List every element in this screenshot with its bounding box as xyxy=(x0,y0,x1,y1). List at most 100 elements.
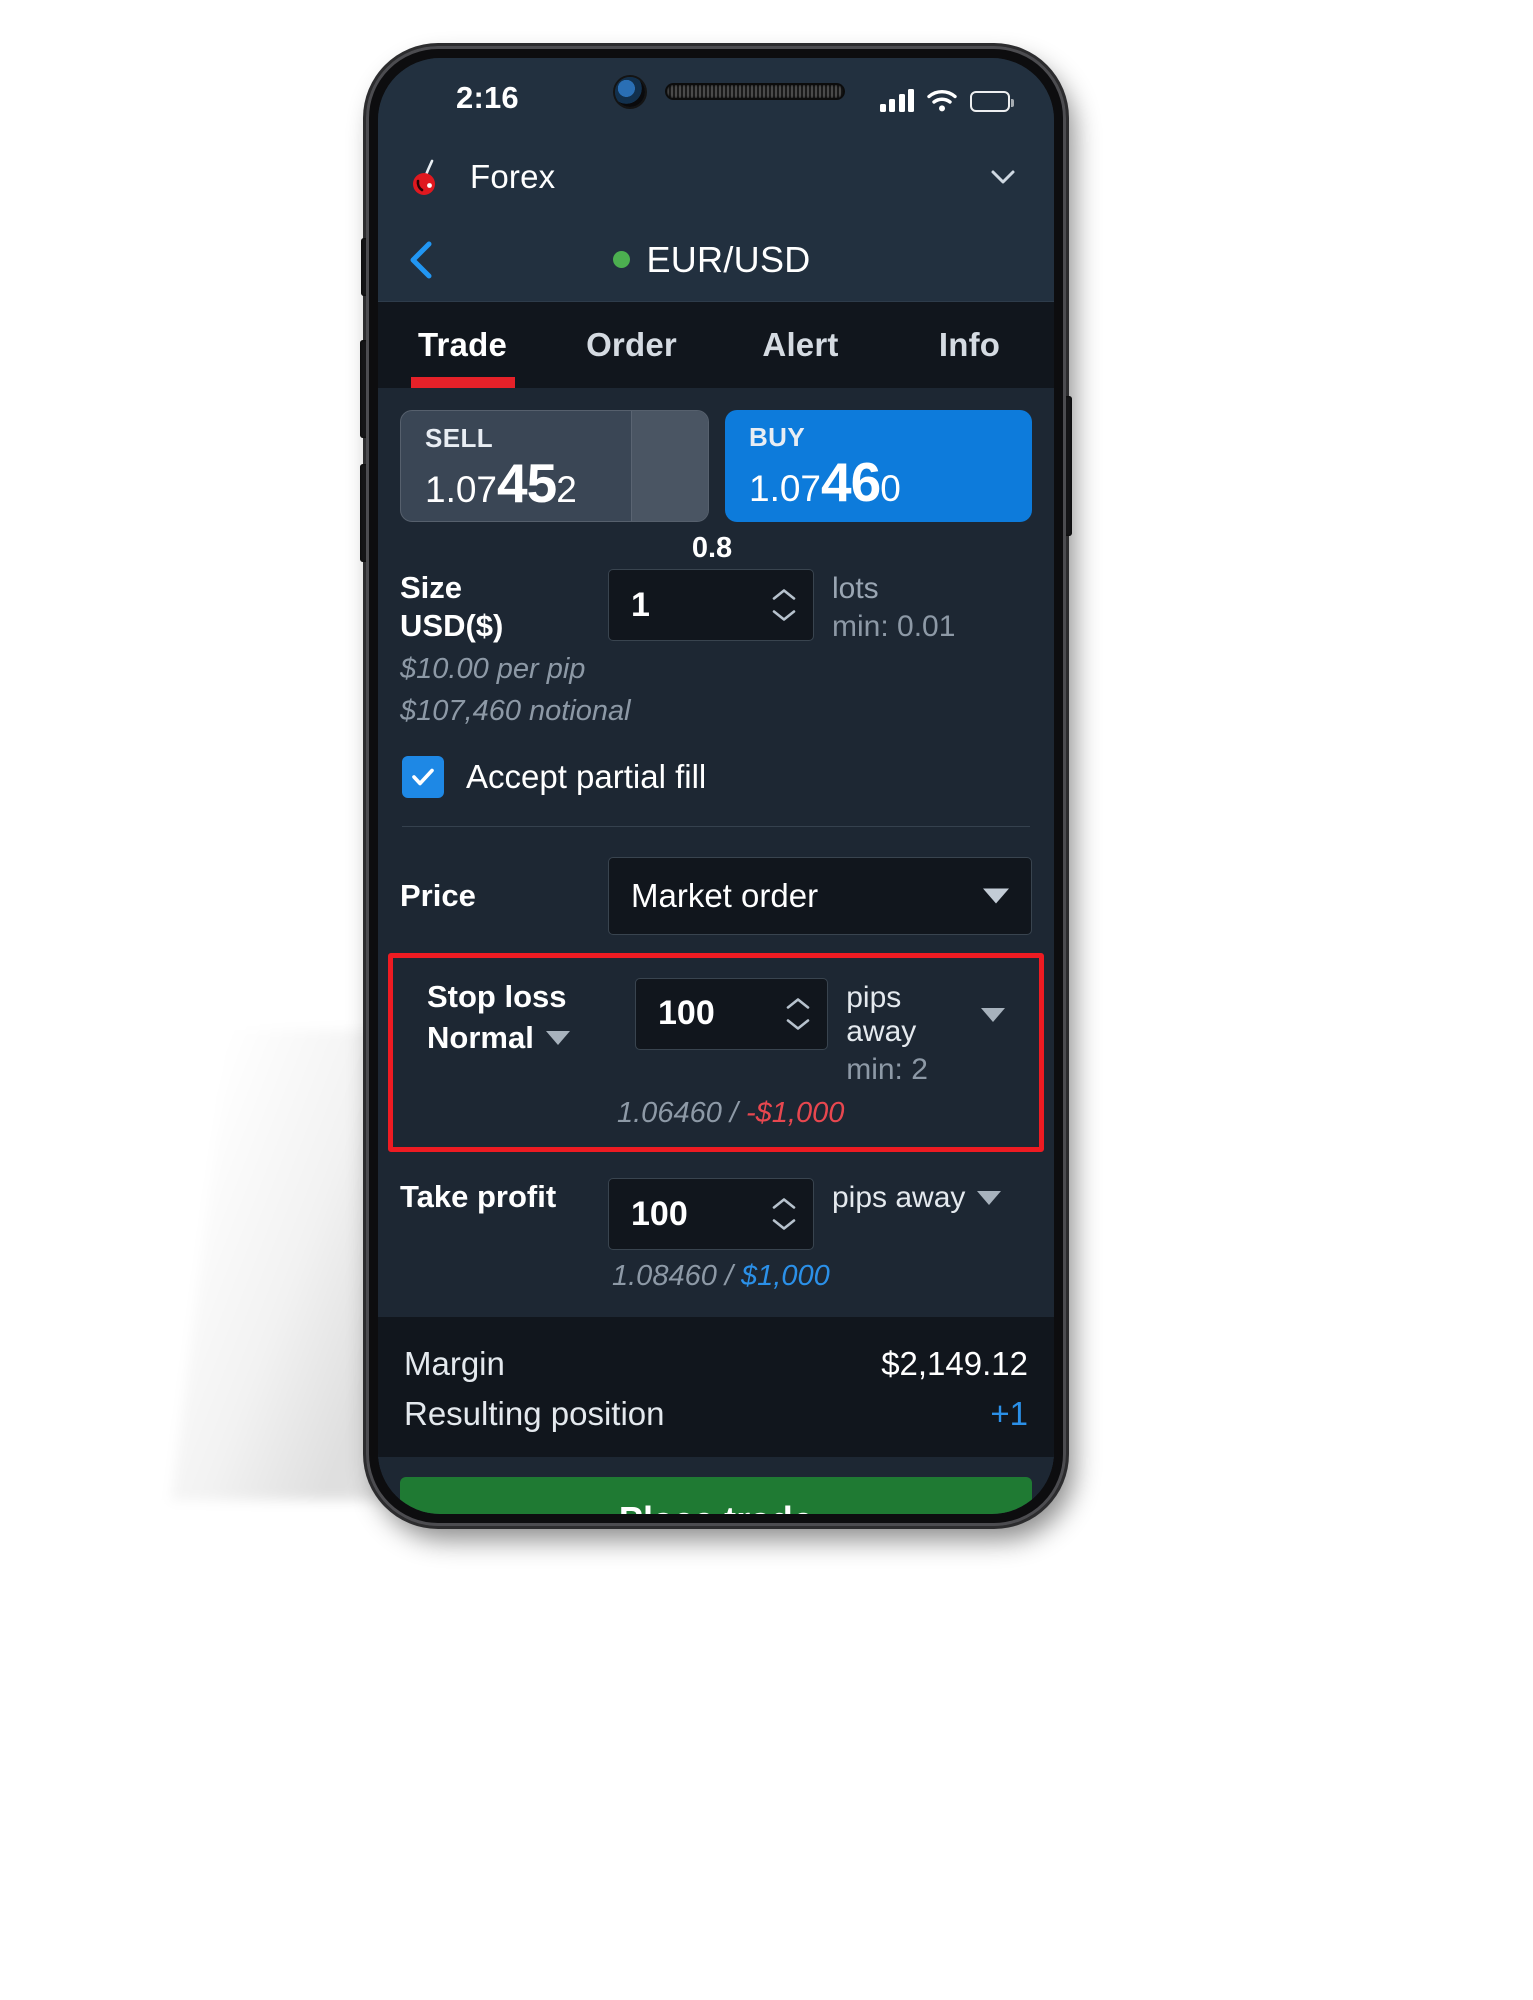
size-stepper-arrows[interactable] xyxy=(771,588,797,623)
cellular-bars-icon xyxy=(879,89,914,112)
instrument-name: EUR/USD xyxy=(646,238,811,280)
stop-loss-stepper[interactable]: 100 xyxy=(635,977,829,1050)
price-label: Price xyxy=(400,877,476,913)
battery-icon xyxy=(970,91,1014,112)
tab-active-indicator xyxy=(410,377,515,388)
back-chevron-icon[interactable] xyxy=(404,238,438,282)
chevron-down-icon[interactable] xyxy=(988,162,1018,192)
volume-up-button[interactable] xyxy=(360,340,368,438)
volume-down-button[interactable] xyxy=(360,464,368,562)
instrument-title[interactable]: EUR/USD xyxy=(613,239,818,281)
phone-screen: 2:16 Forex EUR/USD Trade Order Alert Inf… xyxy=(378,58,1054,1514)
tab-order[interactable]: Order xyxy=(547,302,716,388)
buy-button[interactable]: BUY 1.07460 xyxy=(725,410,1032,522)
buy-price-tail: 0 xyxy=(880,468,901,509)
status-bar: 2:16 xyxy=(378,58,1054,136)
margin-label: Margin xyxy=(404,1344,505,1382)
stop-loss-row: Stop loss Normal 100 pips away min: 2 xyxy=(405,977,1027,1087)
tab-trade[interactable]: Trade xyxy=(378,302,547,388)
cherry-logo-icon xyxy=(408,155,452,199)
size-unit-label: lots xyxy=(832,572,879,605)
take-profit-separator: / xyxy=(716,1260,741,1293)
price-label-column: Price xyxy=(400,877,608,915)
trade-panel: SELL 1.07452 BUY 1.07460 0.8 Size USD($)… xyxy=(378,388,1054,1514)
price-row: Price Market order xyxy=(378,827,1054,935)
stepper-down-icon xyxy=(772,610,796,621)
take-profit-block: Take profit 100 pips away 1.08460 / $1,0… xyxy=(378,1152,1054,1295)
margin-value: $2,149.12 xyxy=(881,1344,1028,1382)
notional-hint: $107,460 notional xyxy=(400,695,631,728)
sell-price-tail: 2 xyxy=(556,469,577,510)
device-notch xyxy=(571,72,861,112)
tab-bar: Trade Order Alert Info xyxy=(378,302,1054,388)
checkmark-icon xyxy=(412,768,434,785)
accept-partial-fill-row[interactable]: Accept partial fill xyxy=(378,730,1054,798)
size-currency: USD($) xyxy=(400,607,504,643)
tab-info[interactable]: Info xyxy=(885,302,1054,388)
take-profit-unit-label: pips away xyxy=(832,1181,966,1215)
stepper-up-icon xyxy=(772,589,796,600)
size-min-label: min: 0.01 xyxy=(832,610,956,643)
caret-down-icon xyxy=(545,1030,570,1045)
earpiece-speaker xyxy=(667,85,843,98)
buy-price-prefix: 1.07 xyxy=(749,468,822,509)
stepper-up-icon xyxy=(772,1198,796,1210)
size-row: Size USD($) 1 lots min: 0.01 xyxy=(378,569,1054,645)
stop-loss-level: 1.06460 xyxy=(617,1096,722,1129)
stepper-up-icon xyxy=(786,997,810,1009)
take-profit-unit-select[interactable]: pips away xyxy=(832,1181,1002,1215)
size-input[interactable]: 1 xyxy=(609,586,650,625)
app-header: Forex xyxy=(378,136,1054,218)
take-profit-stepper[interactable]: 100 xyxy=(608,1178,814,1251)
place-trade-button[interactable]: Place trade xyxy=(400,1476,1032,1514)
tab-order-label: Order xyxy=(586,326,677,363)
stop-loss-unit-select[interactable]: pips away xyxy=(846,981,1005,1049)
stepper-down-icon xyxy=(772,1219,796,1231)
take-profit-input[interactable]: 100 xyxy=(609,1195,688,1234)
size-label: Size xyxy=(400,570,463,605)
spread-value: 0.8 xyxy=(691,532,733,564)
buy-label: BUY xyxy=(749,422,806,452)
tab-info-label: Info xyxy=(938,326,1001,363)
market-open-dot xyxy=(613,251,631,268)
size-label-column: Size USD($) xyxy=(400,569,608,645)
stop-loss-type-select[interactable]: Normal xyxy=(427,1020,635,1056)
stop-loss-highlight: Stop loss Normal 100 pips away min: 2 1.… xyxy=(388,952,1044,1153)
take-profit-unit-column: pips away xyxy=(832,1178,1002,1215)
sell-price-big: 45 xyxy=(497,452,557,514)
resulting-position-value: +1 xyxy=(990,1394,1028,1432)
size-unit-column: lots min: 0.01 xyxy=(832,569,955,644)
caret-down-icon xyxy=(983,888,1009,904)
power-button[interactable] xyxy=(1064,396,1072,536)
sell-label: SELL xyxy=(425,423,494,453)
status-bar-indicators xyxy=(879,82,1014,112)
caret-down-icon xyxy=(977,1191,1002,1206)
stop-loss-input[interactable]: 100 xyxy=(636,994,715,1033)
price-type-select[interactable]: Market order xyxy=(608,856,1032,935)
stop-loss-stepper-arrows[interactable] xyxy=(785,996,811,1031)
sell-price: 1.07452 xyxy=(425,456,708,511)
take-profit-row: Take profit 100 pips away xyxy=(378,1178,1054,1251)
accept-partial-fill-checkbox[interactable] xyxy=(402,755,444,798)
quote-row: SELL 1.07452 BUY 1.07460 xyxy=(378,388,1054,522)
take-profit-stepper-arrows[interactable] xyxy=(771,1197,797,1232)
sell-button[interactable]: SELL 1.07452 xyxy=(400,410,709,522)
app-title: Forex xyxy=(470,158,556,195)
stop-loss-type-value: Normal xyxy=(427,1019,534,1055)
stop-loss-unit-label: pips away xyxy=(846,980,917,1048)
size-stepper[interactable]: 1 xyxy=(608,569,814,641)
resulting-position-label: Resulting position xyxy=(404,1394,665,1432)
tab-alert[interactable]: Alert xyxy=(716,302,885,388)
stop-loss-label: Stop loss xyxy=(427,978,567,1014)
wifi-icon xyxy=(927,89,957,112)
margin-row: Margin $2,149.12 xyxy=(404,1339,1028,1389)
status-bar-time: 2:16 xyxy=(456,80,519,115)
nav-bar: EUR/USD xyxy=(378,218,1054,302)
take-profit-label: Take profit xyxy=(400,1179,557,1215)
stop-loss-label-column: Stop loss Normal xyxy=(427,978,635,1056)
buy-price: 1.07460 xyxy=(749,455,1032,510)
stepper-down-icon xyxy=(786,1018,810,1030)
stop-loss-separator: / xyxy=(721,1096,746,1129)
take-profit-amount: $1,000 xyxy=(741,1260,830,1293)
silent-switch[interactable] xyxy=(361,238,368,296)
